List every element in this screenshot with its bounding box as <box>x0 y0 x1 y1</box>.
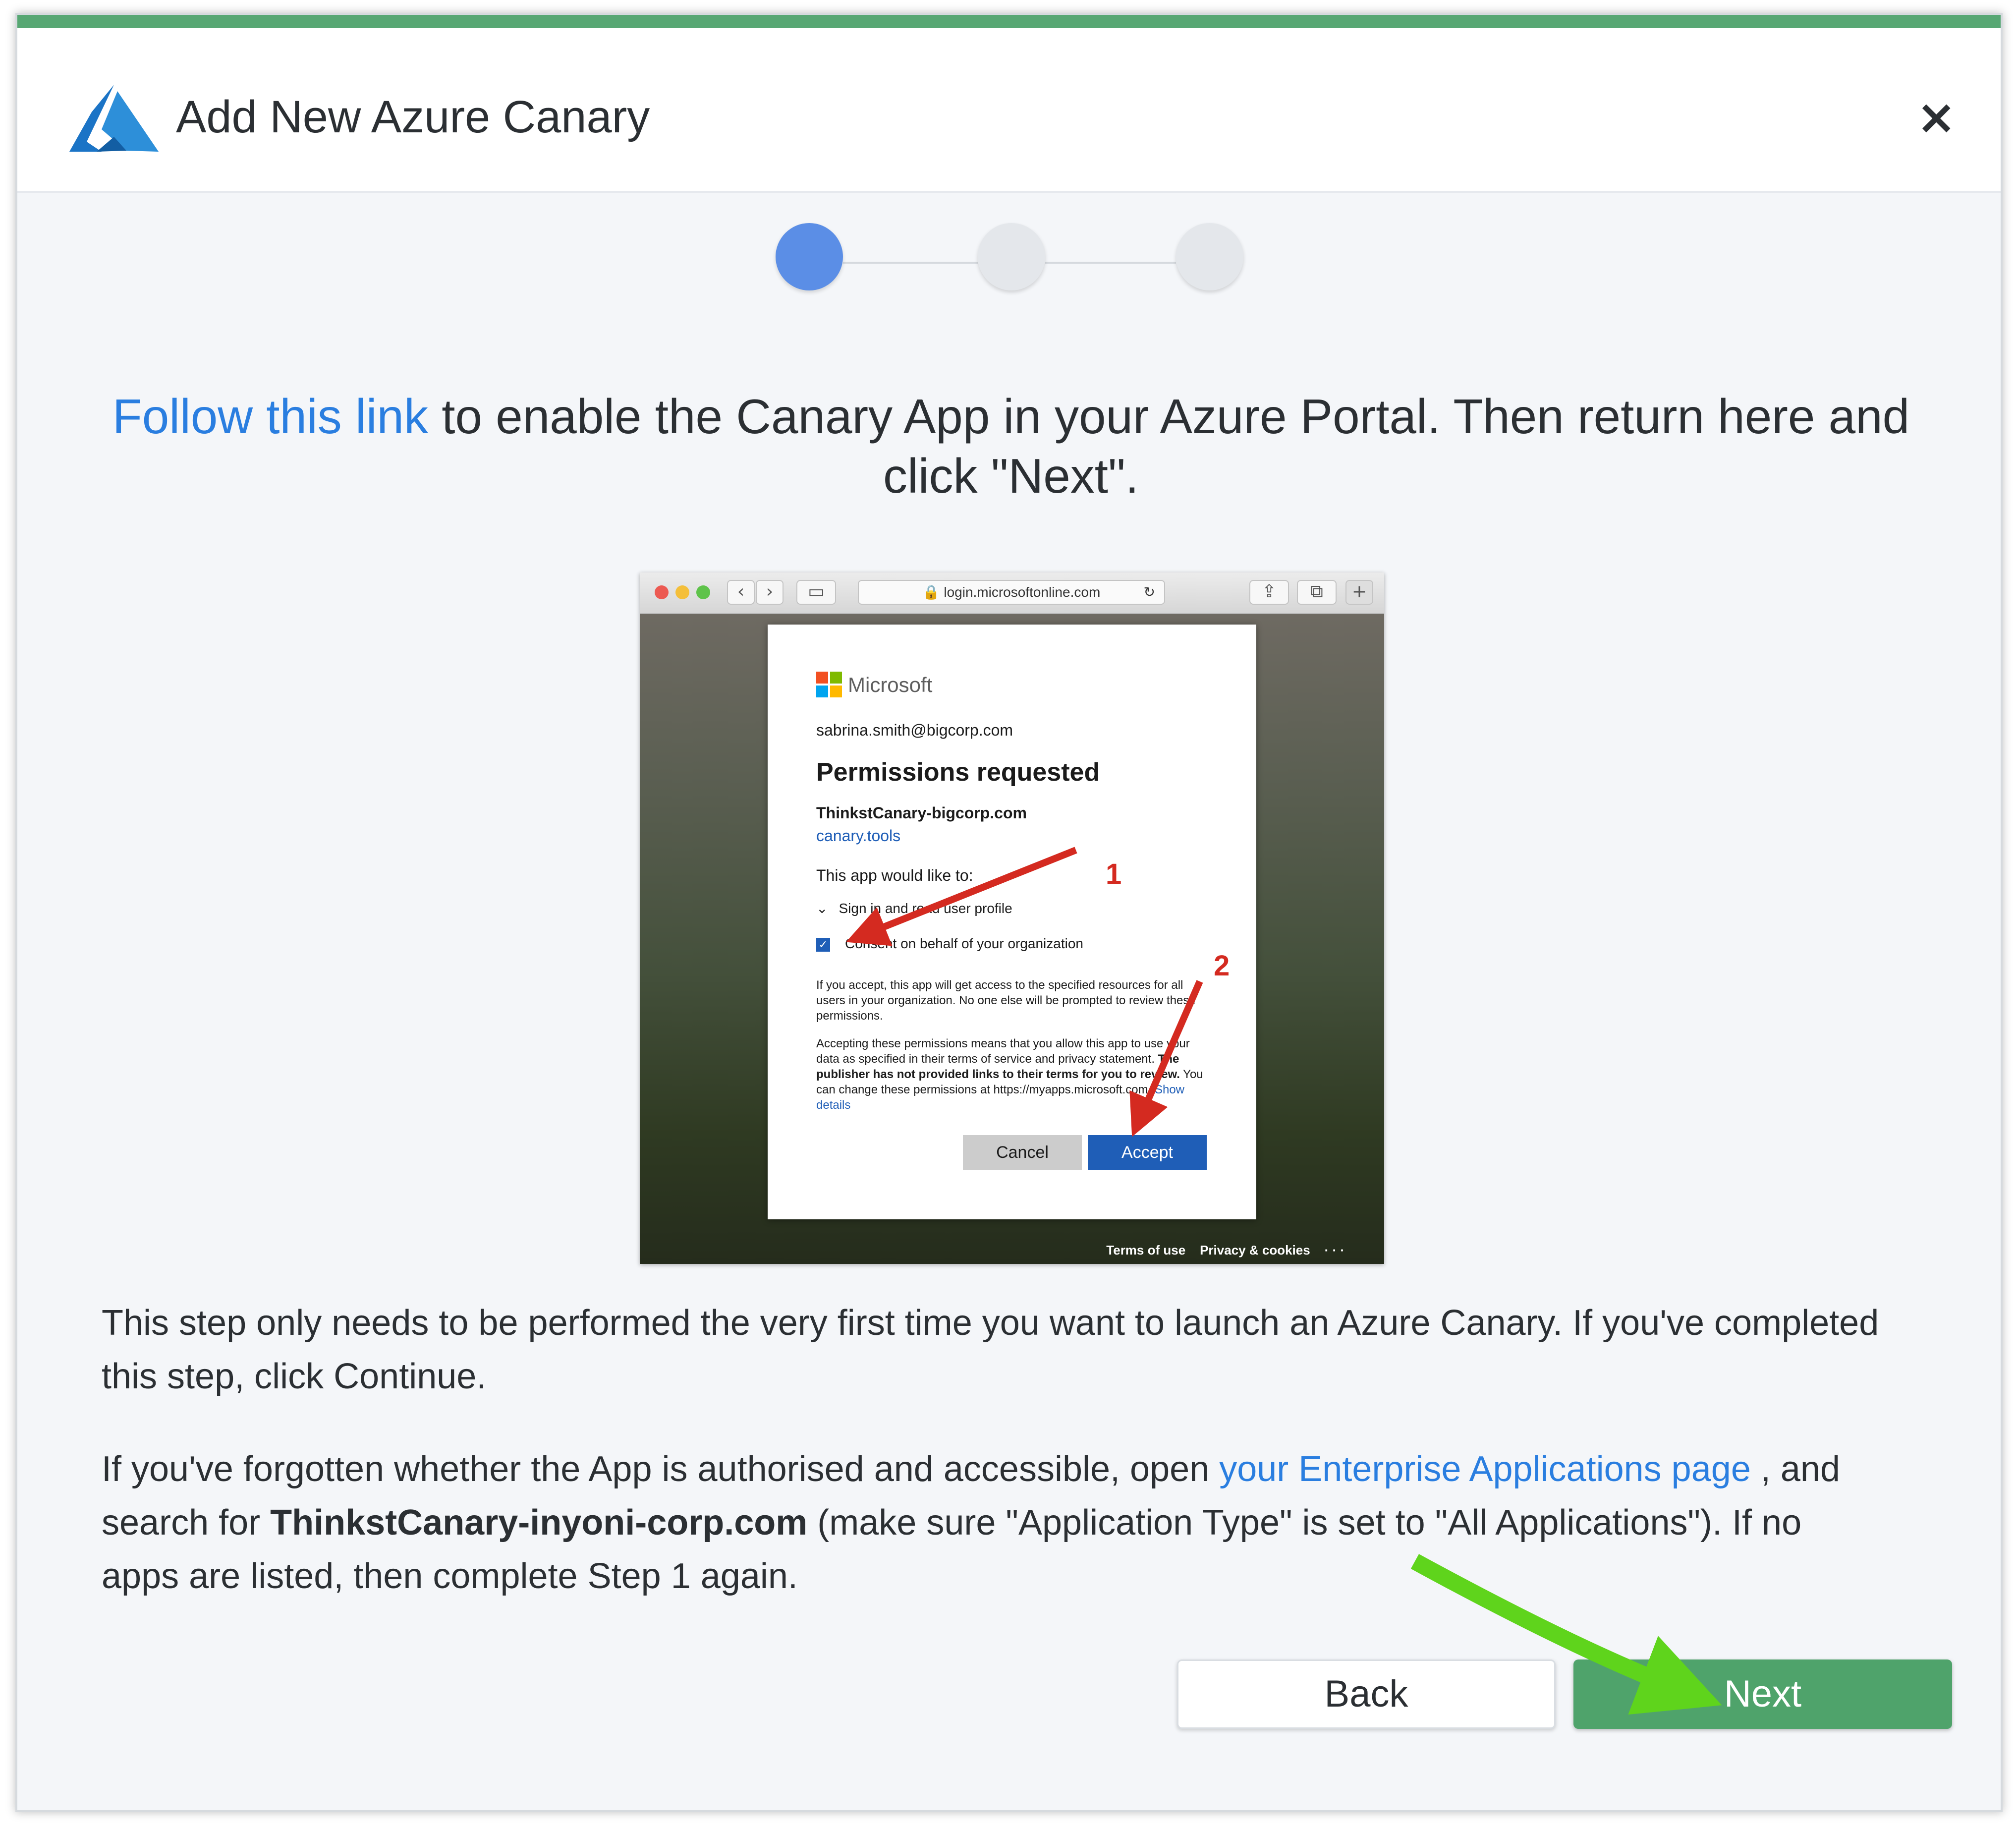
permission-label: Sign in and read user profile <box>839 901 1012 916</box>
first-time-paragraph: This step only needs to be performed the… <box>102 1303 1879 1396</box>
app-request-label: This app would like to: <box>816 866 973 884</box>
browser-toolbar: ‹ › ▭ 🔒 login.microsoftonline.com ↻ ⇪ ⧉ … <box>640 572 1384 614</box>
instruction-text: Follow this link to enable the Canary Ap… <box>97 387 1925 506</box>
url-text: login.microsoftonline.com <box>944 584 1101 600</box>
terms-notice-part: Accepting these permissions means that y… <box>816 1037 1190 1066</box>
permissions-heading: Permissions requested <box>816 758 1100 787</box>
minimize-dot-icon <box>675 585 689 599</box>
ms-accept-button: Accept <box>1088 1135 1207 1170</box>
app-link: canary.tools <box>816 827 901 845</box>
url-bar: 🔒 login.microsoftonline.com ↻ <box>858 580 1165 605</box>
progress-stepper <box>776 223 1266 302</box>
more-icon: · · · <box>1324 1243 1344 1258</box>
step-1-indicator <box>776 223 843 290</box>
new-tab-icon: + <box>1345 580 1373 605</box>
stepper-connector <box>1045 262 1176 264</box>
annotation-number-1: 1 <box>1106 858 1122 890</box>
account-email: sabrina.smith@bigcorp.com <box>816 721 1013 739</box>
back-button[interactable]: Back <box>1177 1659 1556 1729</box>
maximize-dot-icon <box>696 585 710 599</box>
consent-row: ✓ Consent on behalf of your organization <box>816 936 1083 952</box>
instruction-body: to enable the Canary App in your Azure P… <box>428 389 1910 503</box>
microsoft-logo-icon <box>816 672 842 697</box>
terms-notice: Accepting these permissions means that y… <box>816 1036 1213 1113</box>
lock-icon: 🔒 <box>922 584 940 600</box>
close-icon[interactable]: × <box>1916 93 1956 141</box>
next-button[interactable]: Next <box>1573 1659 1952 1729</box>
app-name: ThinkstCanary-bigcorp.com <box>816 804 1027 822</box>
checkbox-checked-icon: ✓ <box>816 938 830 952</box>
chevron-down-icon: ⌄ <box>816 901 828 916</box>
modal-title: Add New Azure Canary <box>176 92 650 142</box>
microsoft-consent-card: Microsoft sabrina.smith@bigcorp.com Perm… <box>768 625 1256 1219</box>
add-azure-canary-modal: Add New Azure Canary × Follow this link … <box>15 13 2003 1812</box>
ms-footer-links: Terms of use Privacy & cookies · · · <box>1106 1243 1344 1258</box>
back-chevron-icon: ‹ <box>727 580 755 605</box>
consent-screenshot-image: ‹ › ▭ 🔒 login.microsoftonline.com ↻ ⇪ ⧉ … <box>640 572 1384 1264</box>
reload-icon: ↻ <box>1143 584 1155 600</box>
follow-link[interactable]: Follow this link <box>112 389 428 444</box>
consent-label: Consent on behalf of your organization <box>845 936 1083 951</box>
forgotten-text-part: If you've forgotten whether the App is a… <box>102 1449 1220 1489</box>
microsoft-brand: Microsoft <box>848 673 933 696</box>
forgotten-paragraph: If you've forgotten whether the App is a… <box>102 1442 1886 1603</box>
app-name-bold: ThinkstCanary-inyoni-corp.com <box>270 1503 808 1543</box>
sidebar-icon: ▭ <box>796 580 836 605</box>
stepper-connector <box>843 262 978 264</box>
enterprise-applications-link[interactable]: your Enterprise Applications page <box>1219 1449 1751 1489</box>
share-icon: ⇪ <box>1249 580 1289 605</box>
close-dot-icon <box>655 585 669 599</box>
modal-top-accent-bar <box>17 15 2001 28</box>
forward-chevron-icon: › <box>756 580 784 605</box>
modal-header: Add New Azure Canary × <box>17 28 2001 193</box>
step-3-indicator <box>1176 223 1243 290</box>
permission-item: ⌄ Sign in and read user profile <box>816 900 1012 916</box>
consent-notice: If you accept, this app will get access … <box>816 978 1196 1023</box>
ms-cancel-button: Cancel <box>963 1135 1082 1170</box>
tabs-icon: ⧉ <box>1297 580 1337 605</box>
terms-link: Terms of use <box>1106 1243 1186 1258</box>
annotation-number-2: 2 <box>1214 950 1230 982</box>
step-2-indicator <box>978 223 1045 290</box>
azure-logo-icon <box>69 85 159 152</box>
privacy-link: Privacy & cookies <box>1200 1243 1310 1258</box>
